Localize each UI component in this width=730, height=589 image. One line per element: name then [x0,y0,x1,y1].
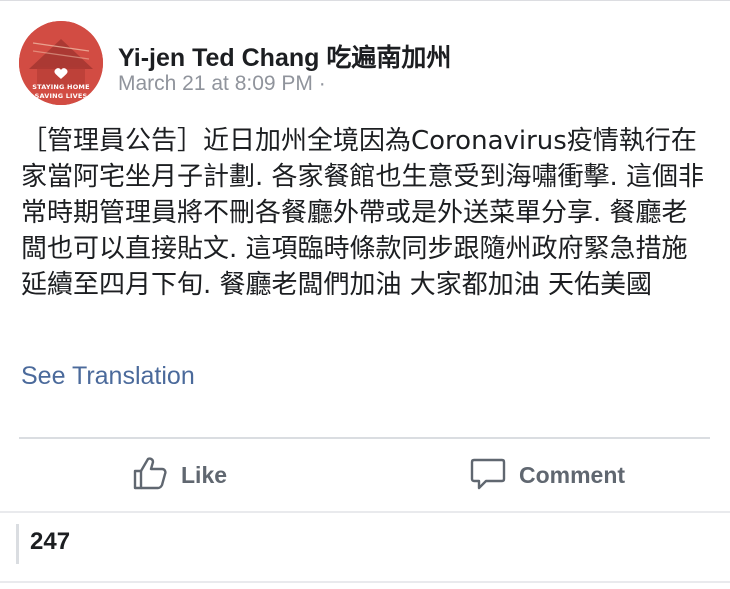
divider [0,511,730,513]
post-timestamp[interactable]: March 21 at 8:09 PM · [118,72,326,96]
avatar[interactable]: STAYING HOME SAVING LIVES [19,21,103,105]
comment-button[interactable]: Comment [469,451,625,499]
comment-label: Comment [519,461,626,488]
reaction-count-bar [16,524,19,564]
author-name[interactable]: Yi-jen Ted Chang 吃遍南加州 [118,38,451,74]
divider [0,581,730,583]
speech-bubble-icon [469,454,507,497]
see-translation-link[interactable]: See Translation [21,362,195,391]
avatar-text-line1: STAYING HOME [32,83,90,91]
like-label: Like [181,461,228,488]
post-header: STAYING HOME SAVING LIVES Yi-jen Ted Cha… [19,21,709,105]
avatar-text-line2: SAVING LIVES [34,92,88,100]
like-button[interactable]: Like [131,451,227,499]
post-card: STAYING HOME SAVING LIVES Yi-jen Ted Cha… [0,0,730,589]
thumbs-up-icon [131,454,169,497]
reaction-count[interactable]: 247 [30,528,70,556]
divider [19,437,710,439]
post-body: ［管理員公告］近日加州全境因為Coronavirus疫情執行在家當阿宅坐月子計劃… [21,126,705,300]
